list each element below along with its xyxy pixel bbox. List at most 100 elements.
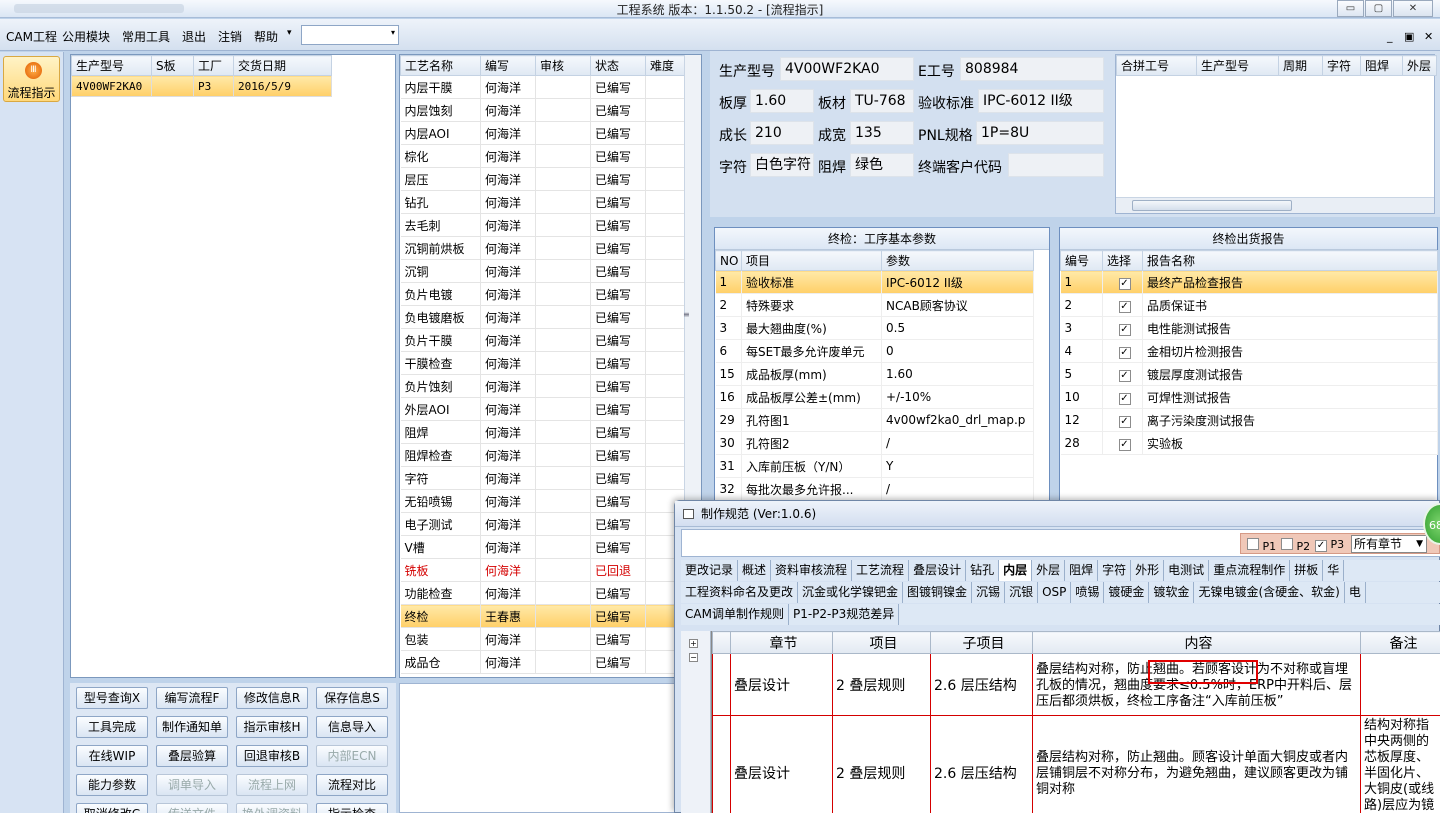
table-row[interactable]: V槽 何海洋 已编写 [400,535,686,559]
tab[interactable]: 沉金或化学镍钯金 [798,582,904,603]
customer-code-field[interactable] [1008,153,1104,177]
checkbox[interactable]: ✓ [1118,300,1131,313]
checkbox[interactable]: ✓ [1118,346,1131,359]
tab[interactable]: 内层 [999,560,1033,581]
table-row[interactable]: 12 ✓ 离子污染度测试报告 [1060,408,1438,432]
mdi-restore-icon[interactable]: ▣ [1404,30,1414,43]
table-row[interactable]: 成品仓 何海洋 已编写 [400,650,686,674]
col-difficulty[interactable]: 难度 [645,55,686,76]
tab[interactable]: 外层 [1032,560,1066,581]
table-row[interactable]: 铣板 何海洋 已回退 [400,558,686,582]
col-select[interactable]: 选择 [1102,250,1143,271]
splitter-grip-icon[interactable]: ≡ [683,310,693,324]
material-field[interactable]: TU-768 [850,89,914,113]
tab[interactable]: 电测试 [1164,560,1210,581]
checkbox[interactable]: ✓ [1118,323,1131,336]
tab[interactable]: 阻焊 [1065,560,1099,581]
table-row[interactable]: 层压 何海洋 已编写 [400,167,686,191]
width-field[interactable]: 135 [850,121,914,145]
length-field[interactable]: 210 [750,121,814,145]
expand-icon[interactable]: + [689,639,698,648]
table-row[interactable]: 5 ✓ 镀层厚度测试报告 [1060,362,1438,386]
col-writer[interactable]: 编写 [480,55,536,76]
eno-field[interactable]: 808984 [960,57,1104,81]
table-row[interactable]: 干膜检查 何海洋 已编写 [400,351,686,375]
table-row[interactable]: 负电镀磨板 何海洋 已编写 [400,305,686,329]
table-row[interactable]: 4 ✓ 金相切片检测报告 [1060,339,1438,363]
model-field[interactable]: 4V00WF2KA0 [780,57,914,81]
cell-select[interactable]: ✓ [1102,293,1143,317]
tab[interactable]: 沉银 [1005,582,1039,603]
cell-select[interactable]: ✓ [1102,362,1143,386]
table-row[interactable]: 6 每SET最多允许废单元 0 [715,339,1034,363]
table-row[interactable]: 棕化 何海洋 已编写 [400,144,686,168]
menu-combo[interactable]: ▾ [301,25,399,45]
table-row[interactable]: 负片蚀刻 何海洋 已编写 [400,374,686,398]
tab[interactable]: 资料审核流程 [771,560,853,581]
col-item[interactable]: 项目 [832,631,931,654]
checkbox[interactable]: ✓ [1118,277,1131,290]
table-row[interactable]: 29 孔符图1 4v00wf2ka0_drl_map.p [715,408,1034,432]
table-row[interactable]: 终检 王春惠 已编写 [400,604,686,628]
menu-common-tools[interactable]: 常用工具 [122,28,170,45]
checkbox[interactable]: ✓ [1118,415,1131,428]
scroll-thumb[interactable] [1132,200,1292,211]
col-delivery-date[interactable]: 交货日期 [233,55,332,76]
tab[interactable]: 更改记录 [681,560,739,581]
action-button[interactable]: 叠层验算 [156,745,228,767]
col-factory[interactable]: 工厂 [193,55,234,76]
horizontal-scrollbar[interactable] [1116,197,1434,213]
table-row[interactable]: 沉铜前烘板 何海洋 已编写 [400,236,686,260]
filter-p2[interactable]: P2 [1281,538,1310,553]
action-button[interactable]: 工具完成 [76,716,148,738]
dialog-title-bar[interactable]: 制作规范 (Ver:1.0.6) [675,501,1439,527]
tab[interactable]: 镀硬金 [1104,582,1150,603]
table-row[interactable]: 电子测试 何海洋 已编写 [400,512,686,536]
col-mask[interactable]: 阻焊 [1360,55,1403,76]
maximize-button[interactable]: ▢ [1365,0,1392,17]
table-row[interactable]: 3 ✓ 电性能测试报告 [1060,316,1438,340]
char-field[interactable]: 白色字符 [750,153,814,177]
table-row[interactable]: 3 最大翘曲度(%) 0.5 [715,316,1034,340]
table-row[interactable]: 包装 何海洋 已编写 [400,627,686,651]
col-process-name[interactable]: 工艺名称 [400,55,481,76]
table-row[interactable]: 1 验收标准 IPC-6012 II级 [715,270,1034,294]
tab[interactable]: 华 [1323,560,1345,581]
col-period[interactable]: 周期 [1278,55,1323,76]
action-button[interactable]: 指示审核H [236,716,308,738]
col-s-board[interactable]: S板 [151,55,194,76]
cell-select[interactable]: ✓ [1102,270,1143,294]
col-outer[interactable]: 外层 [1402,55,1437,76]
action-button[interactable]: 能力参数 [76,774,148,796]
col-item[interactable]: 项目 [741,250,882,271]
cell-select[interactable]: ✓ [1102,339,1143,363]
action-button[interactable]: 传送文件 [156,803,228,813]
col-model[interactable]: 生产型号 [71,55,152,76]
table-row[interactable]: 30 孔符图2/ [715,431,1034,455]
filter-p3[interactable]: ✓ P3 [1315,538,1344,552]
checkbox-p2[interactable] [1281,538,1293,550]
action-button[interactable]: 信息导入 [316,716,388,738]
tab[interactable]: 沉锡 [972,582,1006,603]
col-no[interactable]: NO [715,250,742,271]
collapse-icon[interactable]: − [689,653,698,662]
action-button[interactable]: 修改信息R [236,687,308,709]
table-row[interactable]: 4V00WF2KA0 P3 2016/5/9 [71,75,332,97]
cell-select[interactable]: ✓ [1102,431,1143,455]
action-button[interactable]: 制作通知单 [156,716,228,738]
table-row[interactable]: 功能检查 何海洋 已编写 [400,581,686,605]
checkbox-p1[interactable] [1247,538,1259,550]
col-number[interactable]: 编号 [1060,250,1103,271]
chapter-select[interactable]: 所有章节 ▼ [1351,535,1427,553]
col-param[interactable]: 参数 [881,250,1034,271]
mask-field[interactable]: 绿色 [850,153,914,177]
action-button[interactable]: 流程对比 [316,774,388,796]
table-row[interactable]: 外层AOI 何海洋 已编写 [400,397,686,421]
checkbox[interactable]: ✓ [1118,369,1131,382]
action-button[interactable]: 流程上网 [236,774,308,796]
action-button[interactable]: 编写流程F [156,687,228,709]
col-model[interactable]: 生产型号 [1196,55,1279,76]
table-row[interactable]: 内层AOI 何海洋 已编写 [400,121,686,145]
menu-common-module[interactable]: 公用模块 [62,28,110,45]
checkbox-p3[interactable]: ✓ [1315,540,1327,552]
